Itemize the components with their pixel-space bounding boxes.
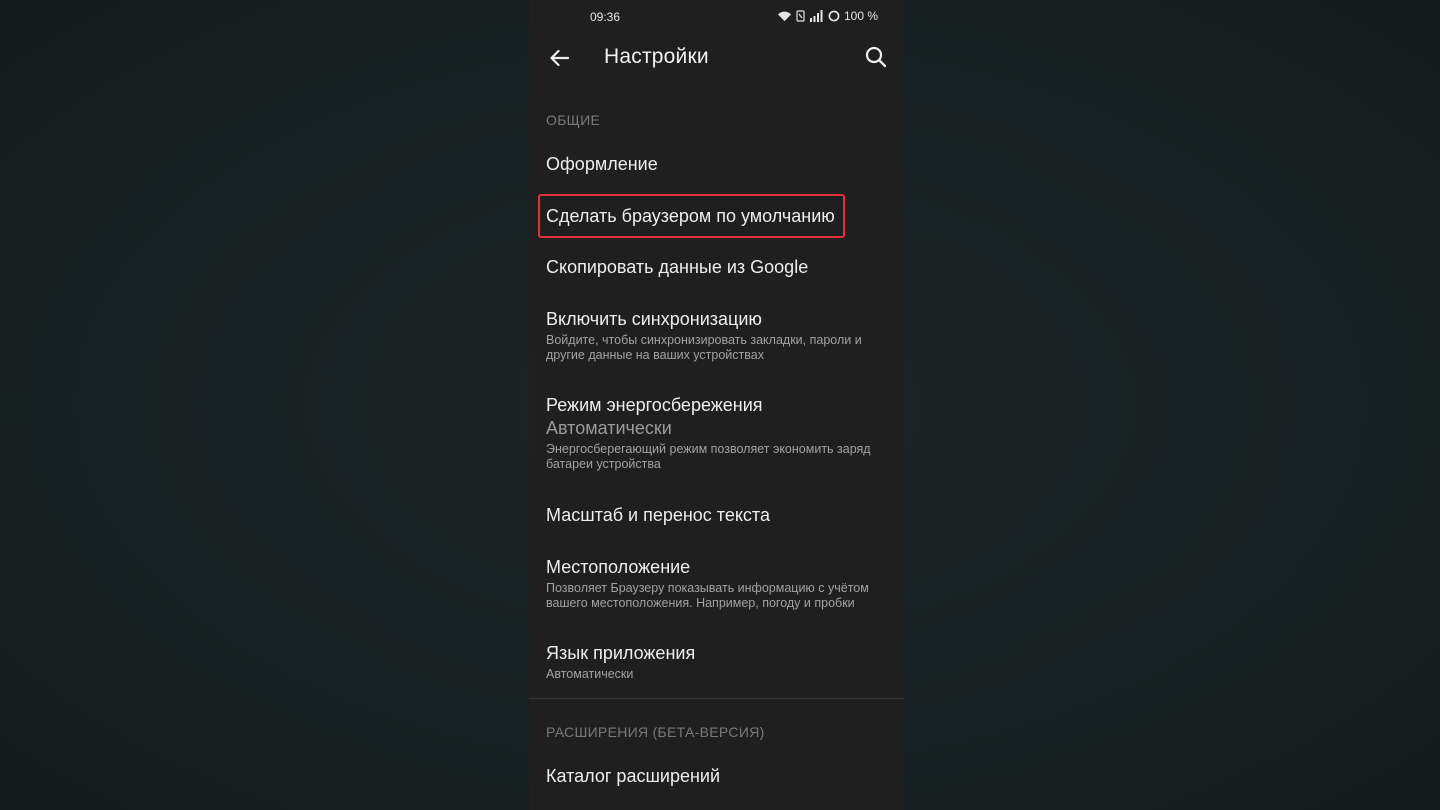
search-button[interactable]: [862, 43, 890, 71]
phone-screen: 09:36 100 % Настройки ОБЩИЕ Оформление С…: [529, 0, 904, 810]
battery-ring-icon: [828, 10, 840, 22]
item-value: Автоматически: [546, 418, 672, 438]
settings-item-appearance[interactable]: Оформление: [529, 153, 904, 175]
item-title: Сделать браузером по умолчанию: [546, 206, 835, 226]
settings-item-sync[interactable]: Включить синхронизацию Войдите, чтобы си…: [529, 308, 904, 363]
item-subtitle: Энергосберегающий режим позволяет эконом…: [546, 442, 871, 471]
settings-item-copy-google[interactable]: Скопировать данные из Google: [529, 256, 904, 278]
arrow-left-icon: [550, 49, 569, 67]
section-header-general: ОБЩИЕ: [546, 112, 601, 128]
page-title: Настройки: [604, 45, 709, 68]
item-title: Включить синхронизацию: [546, 309, 762, 329]
item-title: Язык приложения: [546, 643, 696, 663]
item-subtitle: Автоматически: [546, 667, 634, 681]
wifi-icon: [777, 11, 792, 22]
item-subtitle: Позволяет Браузеру показывать информацию…: [546, 581, 869, 610]
battery-percent: 100 %: [843, 9, 878, 23]
item-title: Оформление: [546, 154, 658, 174]
section-header-extensions: РАСШИРЕНИЯ (БЕТА-ВЕРСИЯ): [546, 724, 765, 740]
nfc-icon: [796, 10, 805, 22]
item-title: Режим энергосбережения: [546, 395, 763, 415]
signal-icon: [809, 10, 823, 22]
settings-item-power-saving[interactable]: Режим энергосбережения Автоматически Эне…: [529, 394, 904, 472]
back-button[interactable]: [545, 44, 573, 72]
item-title: Местоположение: [546, 557, 691, 577]
settings-item-location[interactable]: Местоположение Позволяет Браузеру показы…: [529, 556, 904, 611]
section-divider: [529, 698, 904, 699]
status-icons: 100 %: [777, 9, 878, 23]
item-subtitle: Войдите, чтобы синхронизировать закладки…: [546, 333, 862, 362]
item-title: Скопировать данные из Google: [546, 257, 809, 277]
settings-item-language[interactable]: Язык приложения Автоматически: [529, 642, 904, 682]
status-time: 09:36: [590, 10, 621, 24]
app-bar: Настройки: [529, 34, 904, 82]
status-bar: 09:36 100 %: [529, 0, 904, 32]
settings-item-default-browser[interactable]: Сделать браузером по умолчанию: [529, 194, 904, 238]
item-title: Масштаб и перенос текста: [546, 505, 770, 525]
settings-item-text-scale[interactable]: Масштаб и перенос текста: [529, 504, 904, 526]
item-title: Каталог расширений: [546, 766, 721, 786]
settings-item-extensions-catalog[interactable]: Каталог расширений: [529, 765, 904, 787]
search-icon: [865, 46, 887, 68]
